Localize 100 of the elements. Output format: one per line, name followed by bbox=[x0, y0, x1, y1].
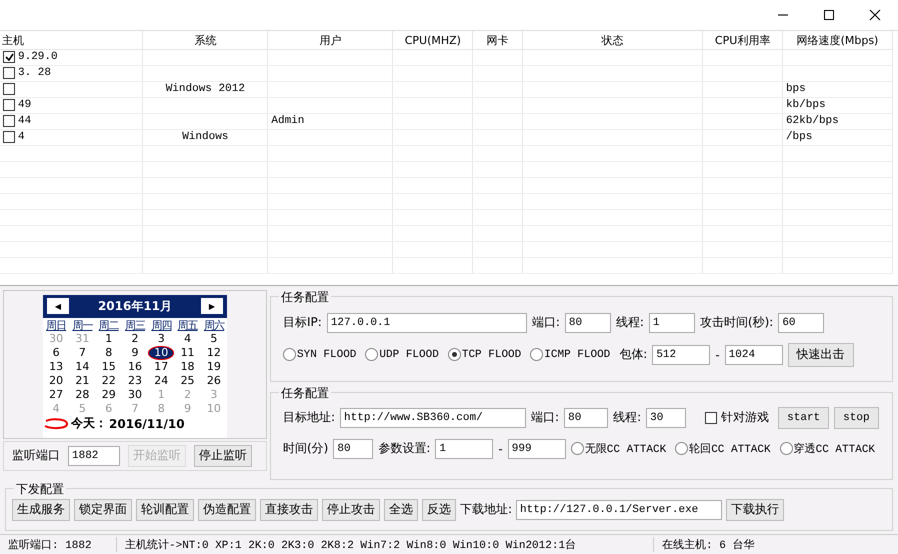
column-header[interactable]: CPU利用率 bbox=[702, 31, 782, 50]
calendar-day[interactable]: 10 bbox=[148, 346, 174, 360]
calendar-day[interactable]: 19 bbox=[200, 360, 227, 374]
calendar-day[interactable]: 17 bbox=[148, 360, 174, 374]
input-field[interactable]: 80 bbox=[333, 438, 374, 459]
calendar-day[interactable]: 21 bbox=[69, 374, 96, 388]
calendar-day[interactable]: 30 bbox=[122, 388, 148, 402]
input-field[interactable]: 127.0.0.1 bbox=[326, 312, 527, 333]
field-label: 目标IP: bbox=[283, 314, 322, 332]
group-title: 任务配置 bbox=[279, 288, 331, 306]
input-field[interactable]: 60 bbox=[778, 312, 824, 333]
calendar-day[interactable]: 18 bbox=[174, 360, 201, 374]
input-field[interactable]: 1882 bbox=[68, 446, 120, 466]
field-label: - bbox=[498, 442, 503, 456]
button[interactable]: 全选 bbox=[384, 498, 418, 521]
weekday-label: 周一 bbox=[71, 318, 94, 332]
field-label: 包体: bbox=[619, 346, 648, 364]
calendar-day[interactable]: 6 bbox=[43, 346, 70, 360]
input-field[interactable]: http://127.0.0.1/Server.exe bbox=[516, 500, 722, 520]
calendar-day[interactable]: 16 bbox=[122, 360, 148, 374]
column-header[interactable]: CPU(MHZ) bbox=[392, 31, 473, 50]
input-field[interactable]: 1024 bbox=[724, 344, 783, 365]
button[interactable]: 快速出击 bbox=[788, 342, 854, 367]
input-field[interactable]: 80 bbox=[564, 408, 608, 428]
column-header[interactable]: 状态 bbox=[522, 31, 703, 50]
checkbox[interactable] bbox=[3, 67, 15, 80]
status-text: 监听端口: 1882 bbox=[0, 537, 117, 552]
button[interactable]: 轮训配置 bbox=[136, 498, 194, 521]
calendar-day[interactable]: 28 bbox=[69, 388, 96, 402]
table-cell: Windows 2012 bbox=[166, 83, 245, 96]
input-field[interactable]: 999 bbox=[508, 438, 566, 459]
column-header[interactable]: 主机 bbox=[0, 31, 143, 50]
calendar-day[interactable]: 23 bbox=[122, 374, 148, 388]
calendar-day[interactable]: 2 bbox=[122, 332, 148, 346]
button[interactable]: 直接攻击 bbox=[260, 498, 318, 521]
calendar-day[interactable]: 15 bbox=[96, 360, 122, 374]
table-cell: 44 bbox=[18, 115, 32, 128]
previous-month-button[interactable]: ◀ bbox=[47, 298, 69, 314]
button[interactable]: 生成服务 bbox=[12, 498, 70, 521]
input-field[interactable]: 1 bbox=[435, 438, 494, 459]
radio-button[interactable]: 轮回CC ATTACK bbox=[675, 441, 771, 456]
input-field[interactable]: 80 bbox=[564, 312, 611, 333]
weekday-label: 周六 bbox=[202, 318, 226, 332]
calendar-day[interactable]: 8 bbox=[96, 346, 122, 360]
calendar-day[interactable]: 26 bbox=[200, 374, 227, 388]
weekday-label: 周五 bbox=[176, 318, 199, 332]
column-header[interactable]: 用户 bbox=[268, 31, 393, 50]
calendar-day[interactable]: 12 bbox=[200, 346, 227, 360]
calendar-day[interactable]: 5 bbox=[200, 332, 227, 346]
checkbox[interactable] bbox=[3, 115, 15, 128]
button[interactable]: 下载执行 bbox=[726, 498, 784, 521]
radio-button[interactable]: UDP FLOOD bbox=[365, 348, 439, 362]
input-field[interactable]: 30 bbox=[646, 408, 686, 428]
calendar-day[interactable]: 14 bbox=[69, 360, 96, 374]
checkbox[interactable] bbox=[3, 51, 15, 64]
radio-button[interactable]: SYN FLOOD bbox=[283, 348, 356, 362]
input-field[interactable]: 512 bbox=[652, 344, 710, 365]
weekday-label: 周三 bbox=[124, 318, 146, 332]
checkbox[interactable] bbox=[3, 83, 15, 96]
table-cell: 3. 28 bbox=[18, 67, 52, 80]
column-header[interactable]: 网络速度(Mbps) bbox=[782, 31, 892, 50]
calendar-day[interactable]: 11 bbox=[174, 346, 201, 360]
button[interactable]: 停止监听 bbox=[194, 444, 252, 467]
table-cell: 4 bbox=[18, 131, 25, 144]
checkbox[interactable]: 针对游戏 bbox=[705, 409, 770, 426]
calendar-day[interactable]: 13 bbox=[43, 360, 70, 374]
calendar-day[interactable]: 4 bbox=[174, 332, 201, 346]
button[interactable]: 锁定界面 bbox=[74, 498, 132, 521]
calendar-day[interactable]: 25 bbox=[174, 374, 201, 388]
column-header[interactable]: 系统 bbox=[142, 31, 268, 50]
checkbox[interactable] bbox=[3, 99, 15, 112]
button[interactable]: 反选 bbox=[422, 498, 456, 521]
calendar-day[interactable]: 3 bbox=[148, 332, 174, 346]
field-label: 监听端口 bbox=[12, 447, 60, 464]
calendar-day[interactable]: 24 bbox=[148, 374, 174, 388]
radio-button[interactable]: 穿透CC ATTACK bbox=[780, 441, 876, 456]
button[interactable]: start bbox=[778, 406, 830, 429]
input-field[interactable]: http://www.SB360.com/ bbox=[340, 408, 526, 428]
radio-button[interactable]: ICMP FLOOD bbox=[530, 348, 610, 362]
column-header[interactable]: 网卡 bbox=[472, 31, 522, 50]
calendar-title: 2016年11月 bbox=[98, 298, 172, 315]
today-date: 2016/11/10 bbox=[109, 416, 185, 431]
calendar-day[interactable]: 22 bbox=[96, 374, 122, 388]
calendar-day[interactable]: 9 bbox=[122, 346, 148, 360]
button[interactable]: 伪造配置 bbox=[198, 498, 256, 521]
weekday-label: 周四 bbox=[150, 318, 172, 332]
calendar-day[interactable]: 1 bbox=[96, 332, 122, 346]
checkbox[interactable] bbox=[3, 131, 15, 144]
input-field[interactable]: 1 bbox=[648, 312, 695, 333]
calendar-day[interactable]: 20 bbox=[43, 374, 70, 388]
next-month-button[interactable]: ▶ bbox=[200, 298, 223, 314]
radio-button[interactable]: TCP FLOOD bbox=[448, 348, 522, 362]
status-text: 主机统计->NT:0 XP:1 2K:0 2K3:0 2K8:2 Win7:2 Win8:0 Win10:0 Win2012:1台 bbox=[117, 537, 654, 552]
button[interactable]: 停止攻击 bbox=[322, 498, 380, 521]
calendar-day[interactable]: 29 bbox=[96, 388, 122, 402]
button[interactable]: stop bbox=[834, 406, 879, 429]
group-title: 下发配置 bbox=[14, 480, 66, 498]
radio-button[interactable]: 无限CC ATTACK bbox=[570, 441, 666, 456]
calendar-day[interactable]: 7 bbox=[69, 346, 96, 360]
calendar-day[interactable]: 27 bbox=[43, 388, 70, 402]
